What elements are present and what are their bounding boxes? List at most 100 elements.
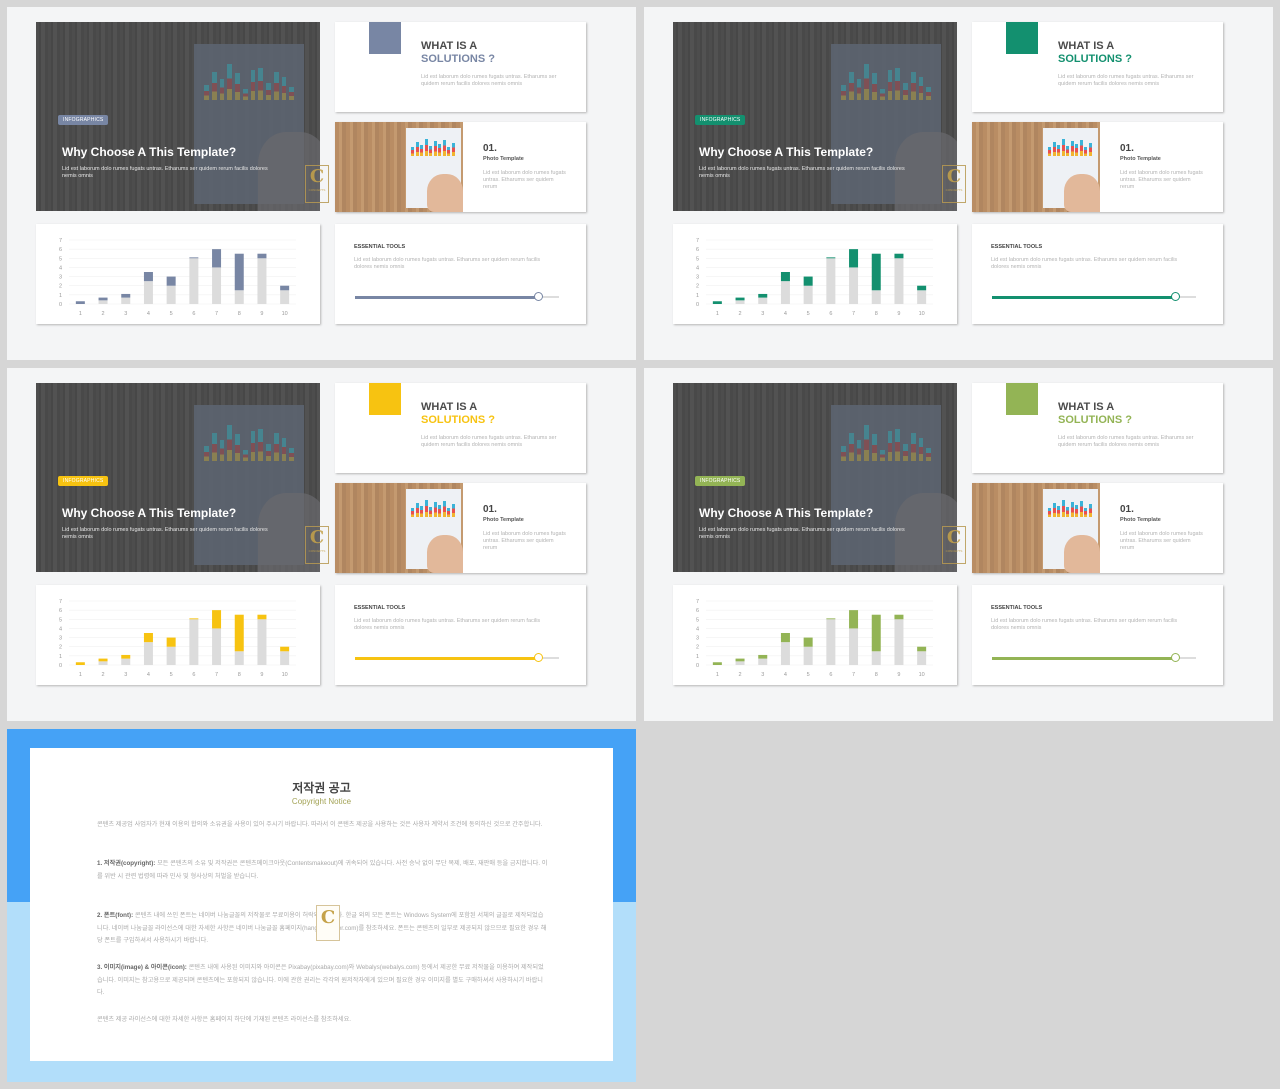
progress-knob[interactable] <box>1170 653 1180 662</box>
x-tick-label: 2 <box>102 672 105 678</box>
bar-base <box>212 267 222 304</box>
bar-accent <box>121 654 131 659</box>
y-tick-label: 4 <box>59 626 62 632</box>
copyright-notice-slide[interactable]: 저작권 공고 Copyright Notice 콘텐츠 제공업 사업자가 현재 … <box>7 729 636 1082</box>
bar-accent <box>758 654 768 659</box>
photo-name: Photo Template <box>1120 156 1161 162</box>
accent-square <box>369 22 401 54</box>
bar-accent <box>75 301 85 304</box>
y-tick-label: 6 <box>59 608 62 614</box>
copyright-item: 3. 이미지(image) & 아이콘(icon): 콘텐츠 내에 사용된 이미… <box>97 962 549 1000</box>
photo-template-card: 01. Photo Template Lid est laborum dolo … <box>972 122 1223 212</box>
photo-number: 01. <box>1120 143 1134 154</box>
paper-bars-image <box>204 62 294 100</box>
bar-base <box>143 281 153 304</box>
logo-caption: CONCEPTS <box>945 188 963 192</box>
y-tick-label: 7 <box>59 599 62 605</box>
x-tick-label: 3 <box>761 672 764 678</box>
x-tick-label: 4 <box>784 311 787 317</box>
copyright-item-label: 3. 이미지(image) & 아이콘(icon): <box>97 964 187 971</box>
photo-template-card: 01. Photo Template Lid est laborum dolo … <box>335 483 586 573</box>
bar-accent <box>712 662 722 665</box>
bar-accent <box>803 276 813 286</box>
bar-accent <box>849 610 859 629</box>
tools-description: Lid est laborum dolo rumes fugats untras… <box>354 257 541 270</box>
progress-knob[interactable] <box>533 653 543 662</box>
slide-thumbnail-olive[interactable]: INFOGRAPHICS Why Choose A This Template?… <box>644 368 1273 721</box>
x-tick-label: 10 <box>919 311 925 317</box>
y-tick-label: 7 <box>59 238 62 244</box>
slide-thumbnail-gray-blue[interactable]: INFOGRAPHICS Why Choose A This Template?… <box>7 7 636 360</box>
hero-panel: INFOGRAPHICS Why Choose A This Template?… <box>36 22 320 211</box>
x-tick-label: 9 <box>260 672 263 678</box>
x-tick-label: 8 <box>875 311 878 317</box>
bar-accent <box>780 272 790 282</box>
x-tick-label: 9 <box>897 311 900 317</box>
progress-fill <box>355 295 539 299</box>
progress-track[interactable]: 90% <box>355 653 559 662</box>
essential-tools-card: ESSENTIAL TOOLS Lid est laborum dolo rum… <box>335 224 586 324</box>
bar-base <box>166 646 176 665</box>
what-heading-line1: WHAT IS A <box>421 40 478 52</box>
stacked-bar-chart-card: 0 1 2 3 4 5 6 7 1 2 3 4 5 6 7 8 9 10 <box>36 585 320 685</box>
x-tick-label: 2 <box>739 672 742 678</box>
tools-description: Lid est laborum dolo rumes fugats untras… <box>354 618 541 631</box>
bar-accent <box>826 618 836 620</box>
slide-thumbnail-yellow[interactable]: INFOGRAPHICS Why Choose A This Template?… <box>7 368 636 721</box>
x-tick-label: 2 <box>102 311 105 317</box>
watermark-logo: C CONCEPTS <box>305 526 329 564</box>
progress-track[interactable]: 90% <box>355 292 559 301</box>
x-tick-label: 10 <box>919 672 925 678</box>
what-is-card: WHAT IS A SOLUTIONS ? Lid est laborum do… <box>335 22 586 112</box>
stacked-bar-chart: 0 1 2 3 4 5 6 7 1 2 3 4 5 6 7 8 9 10 <box>696 599 933 678</box>
bar-base <box>917 290 927 304</box>
bar-accent <box>735 297 745 301</box>
bar-accent <box>257 253 267 259</box>
bar-accent <box>143 272 153 282</box>
stacked-bar-chart-card: 0 1 2 3 4 5 6 7 1 2 3 4 5 6 7 8 9 10 <box>36 224 320 324</box>
x-tick-label: 10 <box>282 311 288 317</box>
bar-base <box>849 267 859 304</box>
copyright-outro: 콘텐츠 제공 라이선스에 대한 자세한 사항은 홈페이지 하단에 기재된 콘텐츠… <box>97 1016 352 1023</box>
x-tick-label: 4 <box>784 672 787 678</box>
bar-accent <box>280 646 290 652</box>
bar-base <box>98 300 108 304</box>
bar-base <box>894 258 904 304</box>
what-heading-line2: SOLUTIONS ? <box>1058 53 1132 65</box>
progress-knob[interactable] <box>533 292 543 301</box>
bar-accent <box>121 293 131 298</box>
hero-panel: INFOGRAPHICS Why Choose A This Template?… <box>673 22 957 211</box>
logo-letter: C <box>309 166 325 187</box>
progress-track[interactable]: 90% <box>992 292 1196 301</box>
x-tick-label: 7 <box>215 672 218 678</box>
y-tick-label: 0 <box>696 302 699 308</box>
hero-description: Lid est laborum dolo rumes fugats untras… <box>699 527 905 540</box>
bar-accent <box>212 249 222 268</box>
document-bars-image <box>411 499 455 517</box>
y-tick-label: 0 <box>59 302 62 308</box>
progress-fill <box>992 656 1176 660</box>
x-tick-label: 3 <box>124 672 127 678</box>
progress-track[interactable]: 90% <box>992 653 1196 662</box>
paper-bars-image <box>841 62 931 100</box>
progress-knob[interactable] <box>1170 292 1180 301</box>
what-description: Lid est laborum dolo rumes fugats untras… <box>421 435 557 448</box>
bar-accent <box>234 614 244 652</box>
hero-panel: INFOGRAPHICS Why Choose A This Template?… <box>36 383 320 572</box>
bar-accent <box>212 610 222 629</box>
bar-accent <box>280 285 290 291</box>
bar-base <box>917 651 927 665</box>
photo-name: Photo Template <box>1120 517 1161 523</box>
x-tick-label: 1 <box>716 311 719 317</box>
watermark-logo: C CONCEPTS <box>942 165 966 203</box>
x-tick-label: 4 <box>147 672 150 678</box>
stacked-bar-chart-card: 0 1 2 3 4 5 6 7 1 2 3 4 5 6 7 8 9 10 <box>673 585 957 685</box>
bar-base <box>166 285 176 304</box>
y-tick-label: 7 <box>696 238 699 244</box>
hero-title: Why Choose A This Template? <box>699 506 874 520</box>
what-is-card: WHAT IS A SOLUTIONS ? Lid est laborum do… <box>972 383 1223 473</box>
bar-accent <box>75 662 85 665</box>
slide-thumbnail-teal[interactable]: INFOGRAPHICS Why Choose A This Template?… <box>644 7 1273 360</box>
accent-square <box>369 383 401 415</box>
bar-accent <box>849 249 859 268</box>
